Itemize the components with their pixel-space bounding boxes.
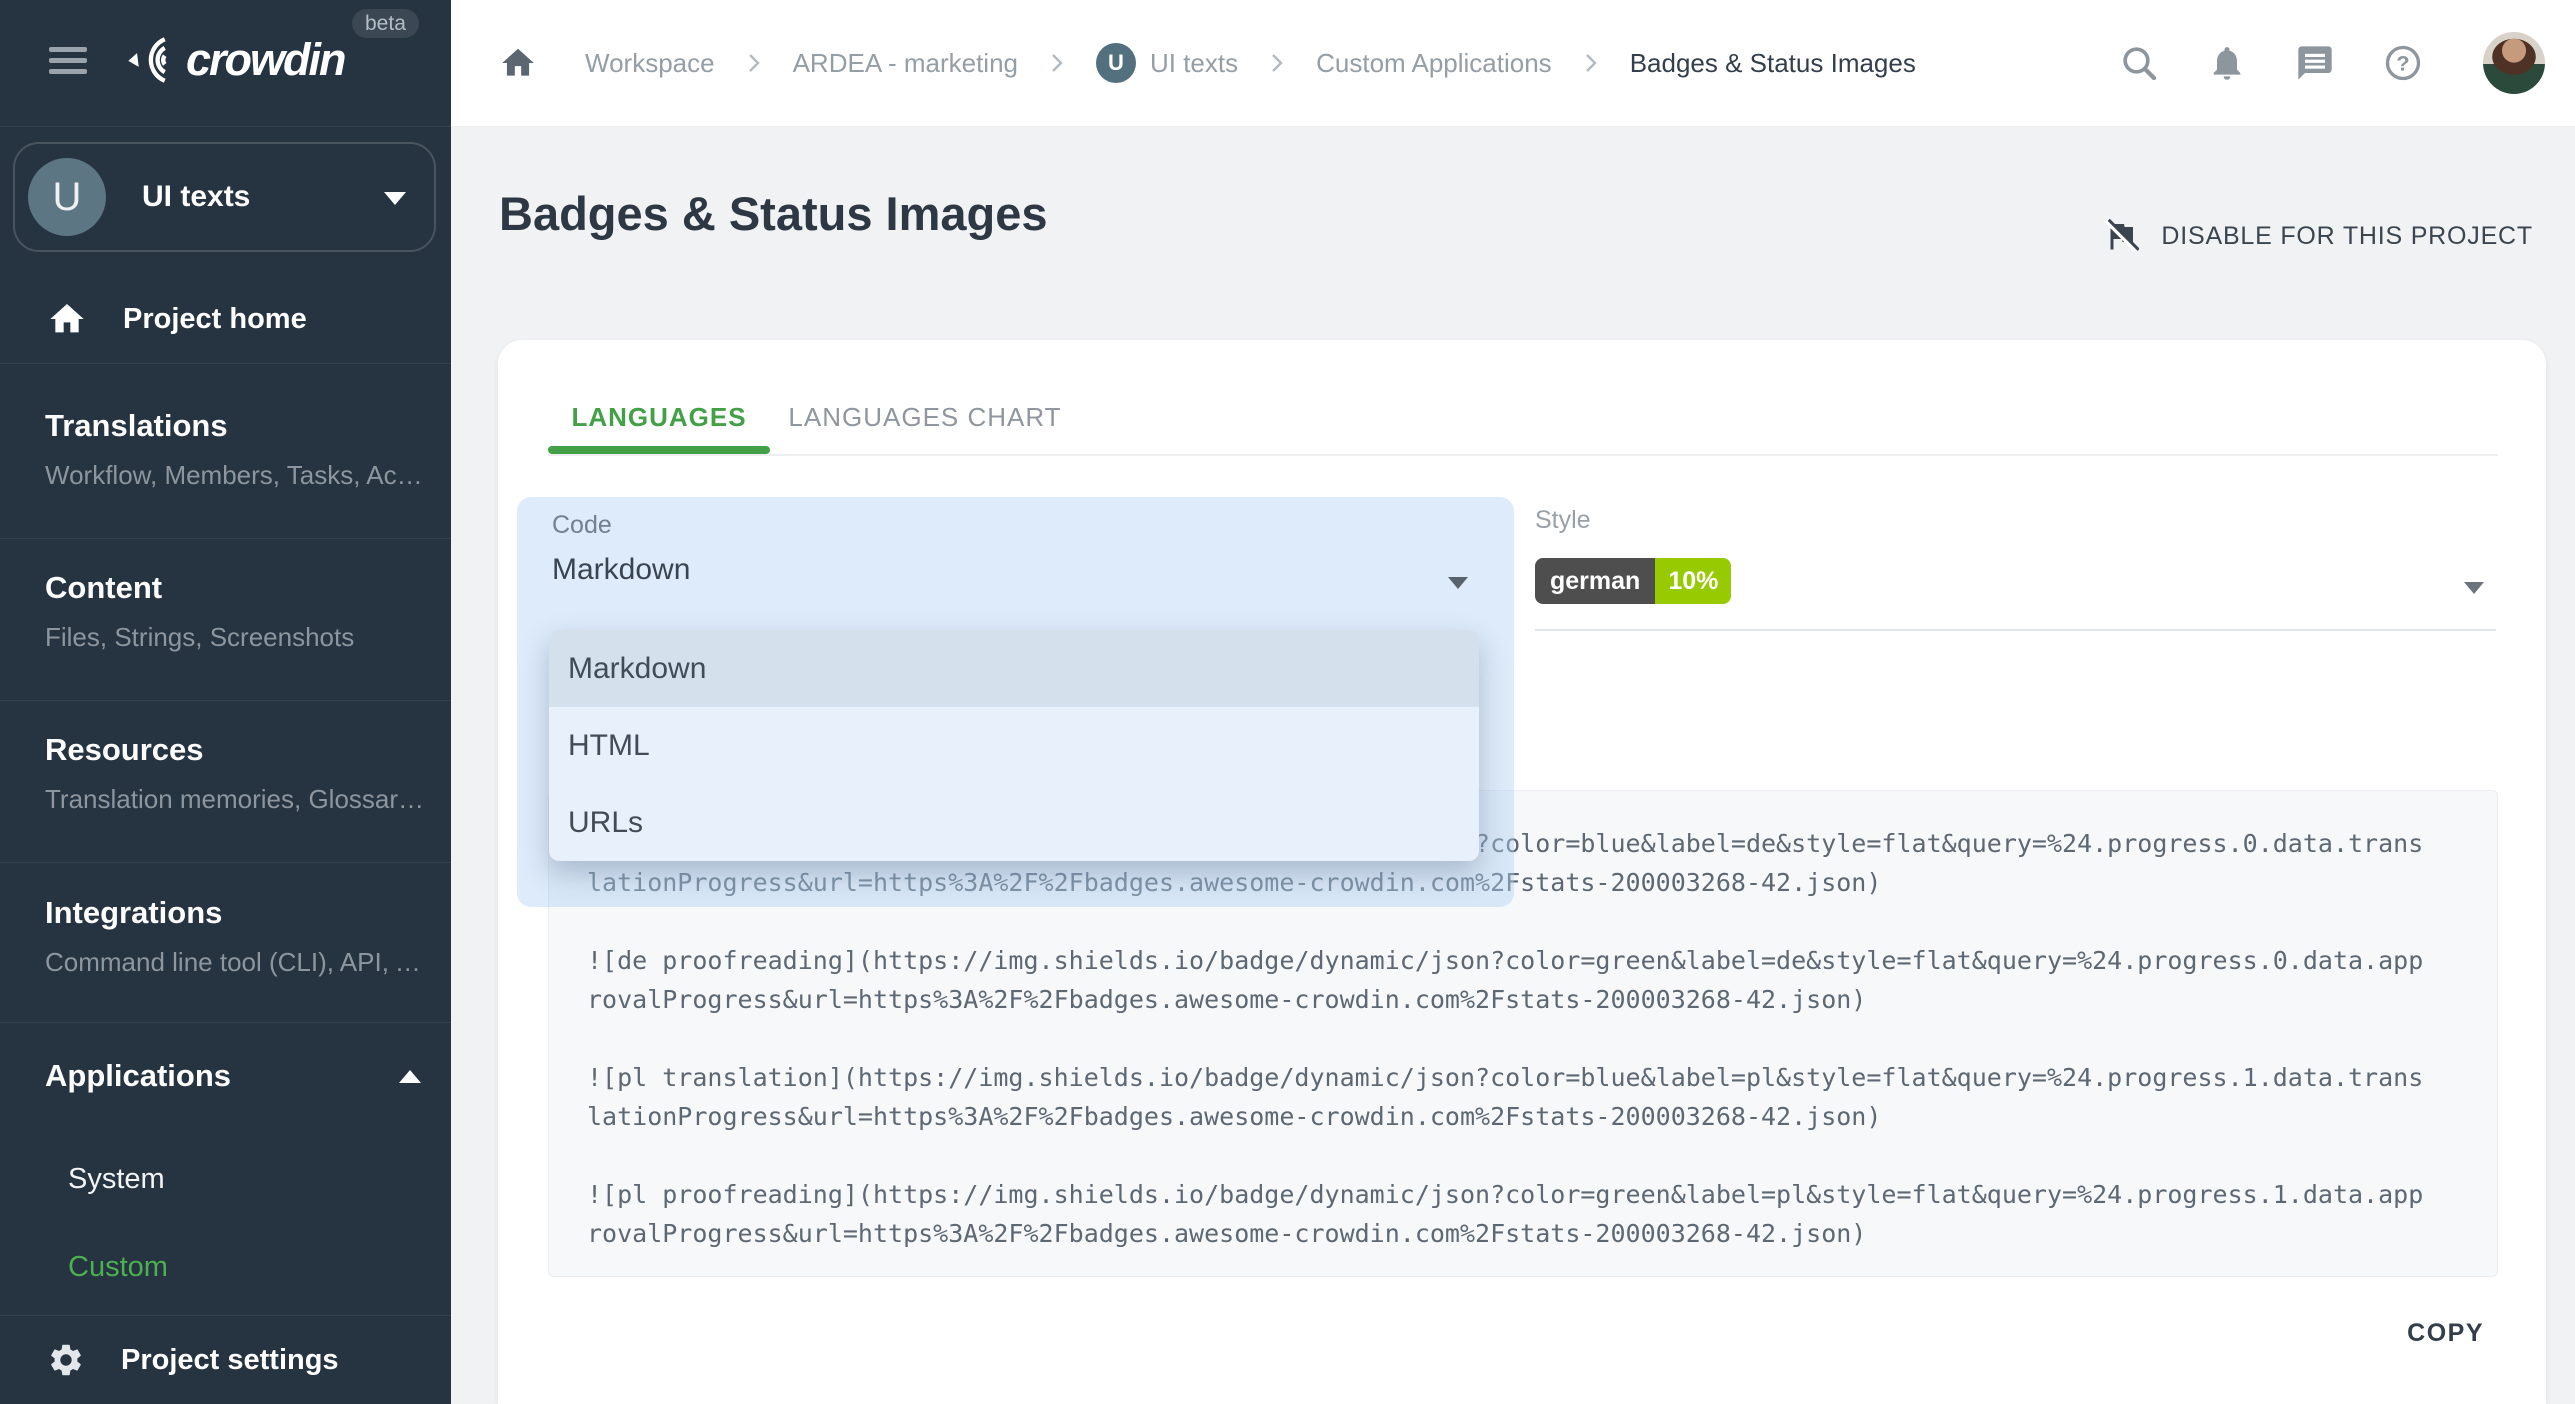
sidebar: crowdin beta U UI texts Project home Tra… [0,0,451,1404]
divider [0,700,451,701]
chevron-right-icon [1576,48,1606,78]
breadcrumb-item-current: Badges & Status Images [1630,48,1916,79]
code-field-label: Code [552,511,612,540]
gear-icon [47,1341,85,1379]
breadcrumb-item-workspace[interactable]: Workspace [585,48,715,79]
badge-language-label: german [1535,558,1655,604]
tab-languages-chart[interactable]: LANGUAGES CHART [770,386,1080,448]
project-avatar: U [28,158,106,236]
section-title: Translations [45,408,429,444]
disable-button-label: DISABLE FOR THIS PROJECT [2161,222,2533,251]
divider [0,363,451,364]
sidebar-item-content[interactable]: Content Files, Strings, Screenshots [45,570,429,653]
top-bar: Workspace ARDEA - marketing U UI texts C… [451,0,2575,127]
section-subtitle: Workflow, Members, Tasks, Act… [45,460,429,491]
section-title: Integrations [45,895,429,931]
badge-progress-value: 10% [1655,558,1731,604]
code-entry: ![pl proofreading](https://img.shields.i… [587,1175,2427,1253]
crowdin-logo-icon [118,34,182,86]
sidebar-item-resources[interactable]: Resources Translation memories, Glossari… [45,732,429,815]
project-name: UI texts [142,180,250,214]
top-bar-actions: ? [2119,32,2545,94]
breadcrumb-item-custom-applications[interactable]: Custom Applications [1316,48,1552,79]
menu-option-urls[interactable]: URLs [549,784,1479,861]
section-subtitle: Files, Strings, Screenshots [45,622,429,653]
divider [0,538,451,539]
menu-option-html[interactable]: HTML [549,707,1479,784]
style-badge-preview[interactable]: german 10% [1535,558,1731,604]
svg-text:?: ? [2396,51,2409,76]
style-field-underline [1535,629,2496,631]
flag-off-icon [2103,218,2139,254]
chat-icon[interactable] [2295,43,2335,83]
breadcrumb-item-project-group[interactable]: ARDEA - marketing [793,48,1018,79]
divider [0,862,451,863]
divider [0,1022,451,1023]
search-icon[interactable] [2119,43,2159,83]
user-avatar[interactable] [2483,32,2545,94]
section-subtitle: Command line tool (CLI), API, A… [45,947,429,978]
project-selector[interactable]: U UI texts [13,142,436,252]
sidebar-item-label: Project home [123,303,307,336]
sidebar-item-system[interactable]: System [68,1163,165,1196]
sidebar-item-integrations[interactable]: Integrations Command line tool (CLI), AP… [45,895,429,978]
tab-divider [548,454,2498,456]
project-avatar: U [1096,43,1136,83]
dropdown-caret-icon[interactable] [2464,582,2484,594]
hamburger-menu-icon[interactable] [49,47,87,74]
page-title: Badges & Status Images [499,186,1048,241]
badges-card: LANGUAGES LANGUAGES CHART Code Markdown … [498,340,2546,1404]
chevron-right-icon [1262,48,1292,78]
dropdown-caret-icon [1448,577,1468,589]
code-entry: ![de proofreading](https://img.shields.i… [587,941,2427,1019]
sidebar-item-label: Project settings [121,1344,339,1377]
disable-for-project-button[interactable]: DISABLE FOR THIS PROJECT [2103,218,2533,254]
section-title: Content [45,570,429,606]
sidebar-item-project-home[interactable]: Project home [0,276,451,362]
sidebar-header: crowdin beta [0,0,451,127]
crowdin-logo-text: crowdin [186,34,345,86]
breadcrumb-item-label: UI texts [1150,48,1238,79]
bell-icon[interactable] [2207,43,2247,83]
breadcrumb: Workspace ARDEA - marketing U UI texts C… [499,43,1916,83]
code-dropdown-menu: Markdown HTML URLs [549,630,1479,861]
chevron-up-icon [399,1070,421,1083]
home-icon[interactable] [499,44,537,82]
home-icon [47,299,87,339]
beta-badge: beta [352,9,419,38]
sidebar-item-custom[interactable]: Custom [68,1251,168,1284]
section-subtitle: Translation memories, Glossari… [45,784,429,815]
menu-option-markdown[interactable]: Markdown [549,630,1479,707]
chevron-right-icon [1042,48,1072,78]
crowdin-logo[interactable]: crowdin [118,34,345,86]
code-entry: ![pl translation](https://img.shields.io… [587,1058,2427,1136]
chevron-right-icon [739,48,769,78]
sidebar-item-translations[interactable]: Translations Workflow, Members, Tasks, A… [45,408,429,491]
active-tab-indicator [548,446,770,454]
breadcrumb-item-project[interactable]: U UI texts [1096,43,1238,83]
section-title: Resources [45,732,429,768]
chevron-down-icon [384,192,406,205]
sidebar-item-applications[interactable]: Applications [45,1058,421,1094]
help-icon[interactable]: ? [2383,43,2423,83]
code-field-value: Markdown [552,553,690,587]
sidebar-item-project-settings[interactable]: Project settings [0,1316,451,1404]
style-field-label: Style [1535,506,1591,535]
tab-languages[interactable]: LANGUAGES [548,386,770,448]
copy-button[interactable]: COPY [2407,1308,2484,1358]
section-title: Applications [45,1058,231,1094]
